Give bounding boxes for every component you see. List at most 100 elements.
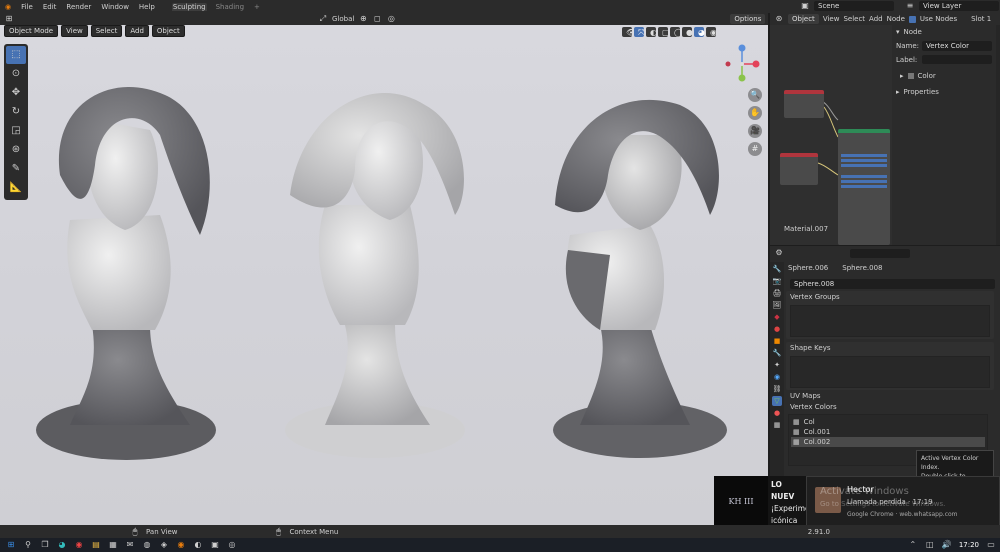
scene-icon[interactable]: ◆: [772, 312, 782, 322]
chrome-icon[interactable]: ◉: [74, 540, 84, 550]
solid-shading-icon[interactable]: ●: [682, 27, 693, 37]
scene-name[interactable]: Scene: [814, 1, 894, 11]
search-icon[interactable]: ⚲: [23, 540, 33, 550]
bust-right[interactable]: [553, 99, 727, 458]
menu-help[interactable]: Help: [138, 3, 156, 11]
transform-orientation-icon[interactable]: ⤢: [318, 14, 328, 24]
texture-icon[interactable]: ▦: [772, 420, 782, 430]
store-icon[interactable]: ▦: [108, 540, 118, 550]
node-node-menu[interactable]: Node: [887, 15, 905, 23]
wireframe-shading-icon[interactable]: ◯: [670, 27, 683, 37]
modifier-icon[interactable]: 🔧: [772, 348, 782, 358]
tab-sculpting[interactable]: Sculpting: [171, 2, 207, 11]
editor-type-icon[interactable]: ⚙: [774, 248, 784, 258]
pivot-icon[interactable]: ⊕: [358, 14, 368, 24]
select-box-tool-icon[interactable]: ⬚: [6, 46, 26, 64]
node-view-menu[interactable]: View: [823, 15, 840, 23]
task-view-icon[interactable]: ❐: [40, 540, 50, 550]
cursor-tool-icon[interactable]: ⊙: [6, 65, 26, 83]
slot-dropdown[interactable]: Slot 1: [971, 15, 991, 23]
particles-icon[interactable]: ✦: [772, 360, 782, 370]
node-name-field[interactable]: Vertex Color: [922, 41, 992, 51]
properties-search[interactable]: [850, 248, 910, 258]
file-explorer-icon[interactable]: ▤: [91, 540, 101, 550]
vcol-item[interactable]: ▦ Col: [791, 417, 985, 427]
app-icon[interactable]: ▣: [210, 540, 220, 550]
mesh-data-field[interactable]: Sphere.008: [790, 279, 995, 289]
network-icon[interactable]: ◫: [925, 540, 935, 550]
app-icon[interactable]: ◎: [227, 540, 237, 550]
vertex-colors-header[interactable]: Vertex Colors: [790, 403, 837, 411]
object-menu[interactable]: Object: [151, 25, 185, 37]
gizmo-icon[interactable]: ⤧: [634, 27, 644, 37]
node-attribute[interactable]: [780, 153, 818, 185]
output-icon[interactable]: 🖨: [772, 288, 782, 298]
properties-label[interactable]: Properties: [904, 88, 939, 96]
grid-icon[interactable]: #: [748, 142, 762, 156]
visibility-icon[interactable]: 👁: [622, 27, 636, 37]
tab-shading[interactable]: Shading: [215, 3, 245, 11]
rendered-shading-icon[interactable]: ◉: [706, 27, 717, 37]
app-icon[interactable]: ◐: [193, 540, 203, 550]
node-add-menu[interactable]: Add: [869, 15, 883, 23]
rotate-tool-icon[interactable]: ↻: [6, 103, 26, 121]
shape-keys-header[interactable]: Shape Keys: [786, 342, 994, 354]
expand-arrow-icon[interactable]: ▸: [900, 72, 904, 80]
sidebar-tabs[interactable]: [996, 25, 1000, 245]
app-icon[interactable]: ◈: [159, 540, 169, 550]
mesh-data-icon[interactable]: ▽: [772, 396, 782, 406]
menu-window[interactable]: Window: [100, 3, 130, 11]
node-editor-canvas[interactable]: Material.007: [770, 25, 892, 245]
ad-thumbnail[interactable]: KH III: [714, 476, 768, 526]
blender-taskbar-icon[interactable]: ◉: [176, 540, 186, 550]
constraints-icon[interactable]: ⛓: [772, 384, 782, 394]
notification-center-icon[interactable]: ▭: [986, 540, 996, 550]
scale-tool-icon[interactable]: ◲: [6, 122, 26, 140]
render-icon[interactable]: 📷: [772, 276, 782, 286]
node-select-menu[interactable]: Select: [843, 15, 865, 23]
tab-add[interactable]: +: [253, 3, 261, 11]
menu-edit[interactable]: Edit: [42, 3, 58, 11]
bust-left[interactable]: [36, 86, 216, 460]
3d-viewport[interactable]: [0, 25, 768, 525]
node-label-field[interactable]: [922, 55, 992, 64]
vcol-item-active[interactable]: ▦ Col.002: [791, 437, 985, 447]
menu-file[interactable]: File: [20, 3, 34, 11]
editor-type-icon[interactable]: ⊛: [774, 14, 784, 24]
proportional-edit-icon[interactable]: ◎: [386, 14, 396, 24]
tray-chevron-icon[interactable]: ⌃: [908, 540, 918, 550]
world-icon[interactable]: ●: [772, 324, 782, 334]
physics-icon[interactable]: ◉: [772, 372, 782, 382]
snap-icon[interactable]: ◻: [372, 14, 382, 24]
pan-hand-icon[interactable]: ✋: [748, 106, 762, 120]
collapse-arrow-icon[interactable]: ▾: [896, 28, 900, 36]
editor-type-icon[interactable]: ⊞: [4, 14, 14, 24]
transform-tool-icon[interactable]: ⊛: [6, 141, 26, 159]
clock[interactable]: 17:20: [959, 541, 979, 549]
bust-middle[interactable]: [285, 92, 465, 458]
material-icon[interactable]: ●: [772, 408, 782, 418]
measure-tool-icon[interactable]: 📐: [6, 179, 26, 197]
options-button[interactable]: Options: [730, 14, 766, 24]
shape-keys-list[interactable]: [790, 356, 990, 388]
use-nodes-checkbox[interactable]: [908, 15, 916, 23]
vertex-groups-header[interactable]: Vertex Groups: [786, 291, 994, 303]
tool-icon[interactable]: 🔧: [772, 264, 782, 274]
view-layer-icon[interactable]: 🖼: [772, 300, 782, 310]
material-shading-icon[interactable]: ◕: [694, 27, 705, 37]
mail-icon[interactable]: ✉: [125, 540, 135, 550]
object-icon[interactable]: ■: [772, 336, 782, 346]
node-principled-bsdf[interactable]: [838, 129, 890, 245]
vcol-item[interactable]: ▦ Col.001: [791, 427, 985, 437]
steam-icon[interactable]: ◍: [142, 540, 152, 550]
transform-orientation[interactable]: Global: [332, 15, 354, 23]
mode-dropdown[interactable]: Object Mode: [4, 25, 59, 37]
edge-icon[interactable]: ◕: [57, 540, 67, 550]
move-tool-icon[interactable]: ✥: [6, 84, 26, 102]
vertex-groups-list[interactable]: [790, 305, 990, 337]
node-vertex-color[interactable]: [784, 90, 824, 118]
xray-icon[interactable]: ▢: [658, 27, 670, 37]
navigation-gizmo[interactable]: [722, 44, 762, 84]
scene-selector[interactable]: ▣ Scene: [800, 1, 894, 11]
ad-text[interactable]: LO NUEV ¡Experime icónica av precompra: [768, 476, 810, 526]
